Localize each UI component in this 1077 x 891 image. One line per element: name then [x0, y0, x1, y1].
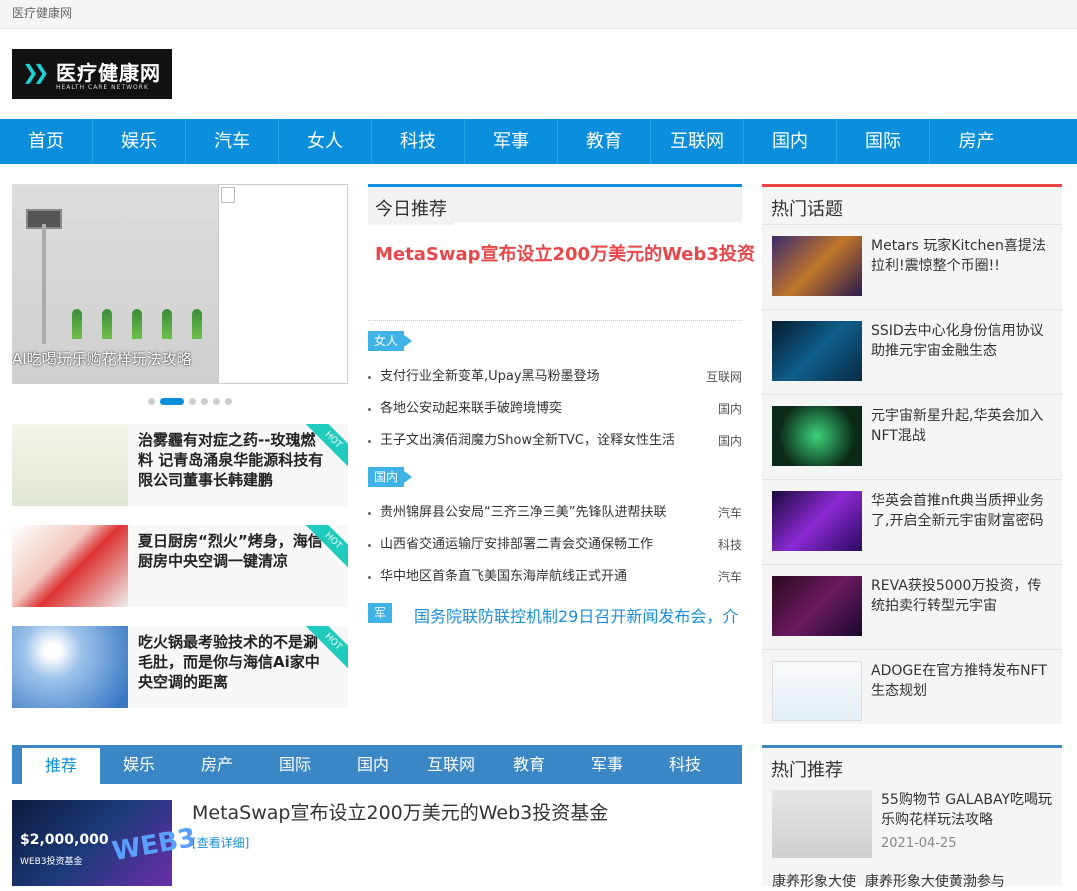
- site-logo[interactable]: ❯❯ 医疗健康网 HEALTH CARE NETWORK: [12, 49, 172, 99]
- hot-topics-panel: 热门话题 Metars 玩家Kitchen喜提法拉利!震惊整个币圈!! SSID…: [762, 184, 1062, 724]
- logo-chevron-icon: ❯❯: [22, 60, 49, 84]
- tab-item[interactable]: 娱乐: [100, 745, 178, 784]
- list-item[interactable]: 山西省交通运输厅安排部署二青会交通保畅工作 科技: [368, 535, 742, 555]
- list-item[interactable]: ADOGE在官方推特发布NFT生态规划: [762, 649, 1062, 734]
- news-thumbnail[interactable]: [12, 626, 128, 708]
- logo-text: 医疗健康网: [56, 61, 161, 85]
- nav-item[interactable]: 教育: [558, 119, 651, 164]
- view-details-link[interactable]: [查看详细]: [192, 834, 249, 851]
- news-card[interactable]: 夏日厨房“烈火”烤身，海信厨房中央空调一键清凉 HOT: [12, 525, 348, 607]
- slider-dot[interactable]: [213, 398, 220, 405]
- news-title[interactable]: MetaSwap宣布设立200万美元的Web3投资基金: [192, 798, 608, 825]
- news-thumbnail[interactable]: [12, 525, 128, 607]
- slider-dot[interactable]: [189, 398, 196, 405]
- nav-item[interactable]: 国际: [837, 119, 930, 164]
- broken-image: [218, 184, 348, 384]
- site-top-label: 医疗健康网: [12, 6, 73, 20]
- list-item[interactable]: 支付行业全新变革,Upay黑马粉墨登场 互联网: [368, 367, 742, 387]
- news-card[interactable]: 吃火锅最考验技术的不是涮毛肚，而是你与海信Ai家中央空调的距离 HOT: [12, 626, 348, 708]
- bottom-category-tabs: 推荐 娱乐 房产 国际 国内 互联网 教育 军事 科技: [12, 745, 742, 784]
- recommend-date: 2021-04-25: [881, 836, 957, 851]
- thumbnail-amount: $2,000,000: [20, 832, 109, 848]
- tab-item[interactable]: 教育: [490, 745, 568, 784]
- header: ❯❯ 医疗健康网 HEALTH CARE NETWORK: [0, 29, 1077, 119]
- nav-item[interactable]: 国内: [744, 119, 837, 164]
- tab-item[interactable]: 国际: [256, 745, 334, 784]
- recommend-item-2[interactable]: 康养形象大使 康养形象大使黄渤参与: [772, 871, 1062, 891]
- broken-image-icon: [221, 187, 235, 203]
- slider-dot[interactable]: [148, 398, 155, 405]
- recommend-title[interactable]: 55购物节 GALABAY吃喝玩乐购花样玩法攻略: [881, 790, 1056, 830]
- news-thumbnail[interactable]: $2,000,000 WEB3投资基金 WEB3: [12, 800, 198, 886]
- recommend-thumbnail[interactable]: [772, 790, 872, 858]
- tab-today-recommend[interactable]: 今日推荐: [368, 184, 454, 225]
- list-item[interactable]: Metars 玩家Kitchen喜提法拉利!震惊整个币圈!!: [762, 224, 1062, 309]
- military-tag[interactable]: 军事: [368, 603, 393, 640]
- slider-dot[interactable]: [225, 398, 232, 405]
- slider-dot-active[interactable]: [160, 398, 184, 405]
- topic-thumbnail[interactable]: [772, 661, 862, 721]
- list-item[interactable]: 贵州锦屏县公安局“三齐三净三美”先锋队进帮扶联 汽车: [368, 503, 742, 523]
- slider-caption[interactable]: AI吃喝玩乐购花样玩法攻略: [12, 348, 192, 369]
- topic-thumbnail[interactable]: [772, 491, 862, 551]
- nav-item[interactable]: 首页: [0, 119, 93, 164]
- thumbnail-word: WEB3: [110, 822, 199, 868]
- headline-link[interactable]: MetaSwap宣布设立200万美元的Web3投资: [375, 240, 755, 266]
- tab-item[interactable]: 互联网: [412, 745, 490, 784]
- category-tag[interactable]: 国内: [368, 467, 413, 487]
- top-bar: 医疗健康网: [0, 0, 1077, 29]
- nav-item[interactable]: 女人: [279, 119, 372, 164]
- recommend-title[interactable]: 康养形象大使黄渤参与: [865, 874, 1005, 890]
- nav-item[interactable]: 军事: [465, 119, 558, 164]
- list-item[interactable]: 各地公安动起来联手破跨境博奕 国内: [368, 399, 742, 419]
- topic-thumbnail[interactable]: [772, 576, 862, 636]
- main-nav: 首页 娱乐 汽车 女人 科技 军事 教育 互联网 国内 国际 房产: [0, 119, 1077, 164]
- hot-recommend-panel: 热门推荐 55购物节 GALABAY吃喝玩乐购花样玩法攻略 2021-04-25…: [762, 745, 1062, 890]
- list-item[interactable]: 华英会首推nft典当质押业务了,开启全新元宇宙财富密码: [762, 479, 1062, 564]
- tab-recommend[interactable]: 推荐: [22, 748, 100, 784]
- list-item[interactable]: SSID去中心化身份信用协议助推元宇宙金融生态: [762, 309, 1062, 394]
- tab-item[interactable]: 国内: [334, 745, 412, 784]
- news-title[interactable]: 吃火锅最考验技术的不是涮毛肚，而是你与海信Ai家中央空调的距离: [138, 632, 324, 692]
- tab-item[interactable]: 房产: [178, 745, 256, 784]
- news-title[interactable]: 治雾霾有对症之药--玫瑰燃料 记青岛涌泉华能源科技有限公司董事长韩建鹏: [138, 430, 324, 490]
- topic-thumbnail[interactable]: [772, 406, 862, 466]
- image-slider[interactable]: AI吃喝玩乐购花样玩法攻略: [12, 184, 348, 384]
- list-item[interactable]: 王子文出演佰润魔力Show全新TVC，诠释女性生活 国内: [368, 431, 742, 451]
- category-tag[interactable]: 女人: [368, 331, 413, 351]
- divider: [368, 320, 742, 321]
- nav-item[interactable]: 汽车: [186, 119, 279, 164]
- nav-item[interactable]: 娱乐: [93, 119, 186, 164]
- list-item[interactable]: 华中地区首条直飞美国东海岸航线正式开通 汽车: [368, 567, 742, 587]
- news-card[interactable]: 治雾霾有对症之药--玫瑰燃料 记青岛涌泉华能源科技有限公司董事长韩建鹏 HOT: [12, 424, 348, 506]
- hot-recommend-title: 热门推荐: [771, 760, 843, 781]
- slider-dot[interactable]: [201, 398, 208, 405]
- nav-item[interactable]: 房产: [930, 119, 1023, 164]
- slider-dots: [148, 398, 232, 405]
- nav-item[interactable]: 互联网: [651, 119, 744, 164]
- thumbnail-subtitle: WEB3投资基金: [20, 857, 83, 867]
- broken-image-alt[interactable]: 康养形象大使: [772, 874, 856, 890]
- nav-item[interactable]: 科技: [372, 119, 465, 164]
- tab-item[interactable]: 军事: [568, 745, 646, 784]
- military-title[interactable]: 国务院联防联控机制29日召开新闻发布会，介: [414, 603, 740, 627]
- tab-item[interactable]: 科技: [646, 745, 724, 784]
- today-recommend-header: 今日推荐: [368, 184, 742, 225]
- hot-topics-title: 热门话题: [771, 199, 843, 220]
- news-title[interactable]: 夏日厨房“烈火”烤身，海信厨房中央空调一键清凉: [138, 531, 324, 571]
- logo-subtext: HEALTH CARE NETWORK: [56, 84, 149, 91]
- news-thumbnail[interactable]: [12, 424, 128, 506]
- list-item[interactable]: 元宇宙新星升起,华英会加入NFT混战: [762, 394, 1062, 479]
- topic-thumbnail[interactable]: [772, 236, 862, 296]
- list-item[interactable]: REVA获投5000万投资，传统拍卖行转型元宇宙: [762, 564, 1062, 649]
- topic-thumbnail[interactable]: [772, 321, 862, 381]
